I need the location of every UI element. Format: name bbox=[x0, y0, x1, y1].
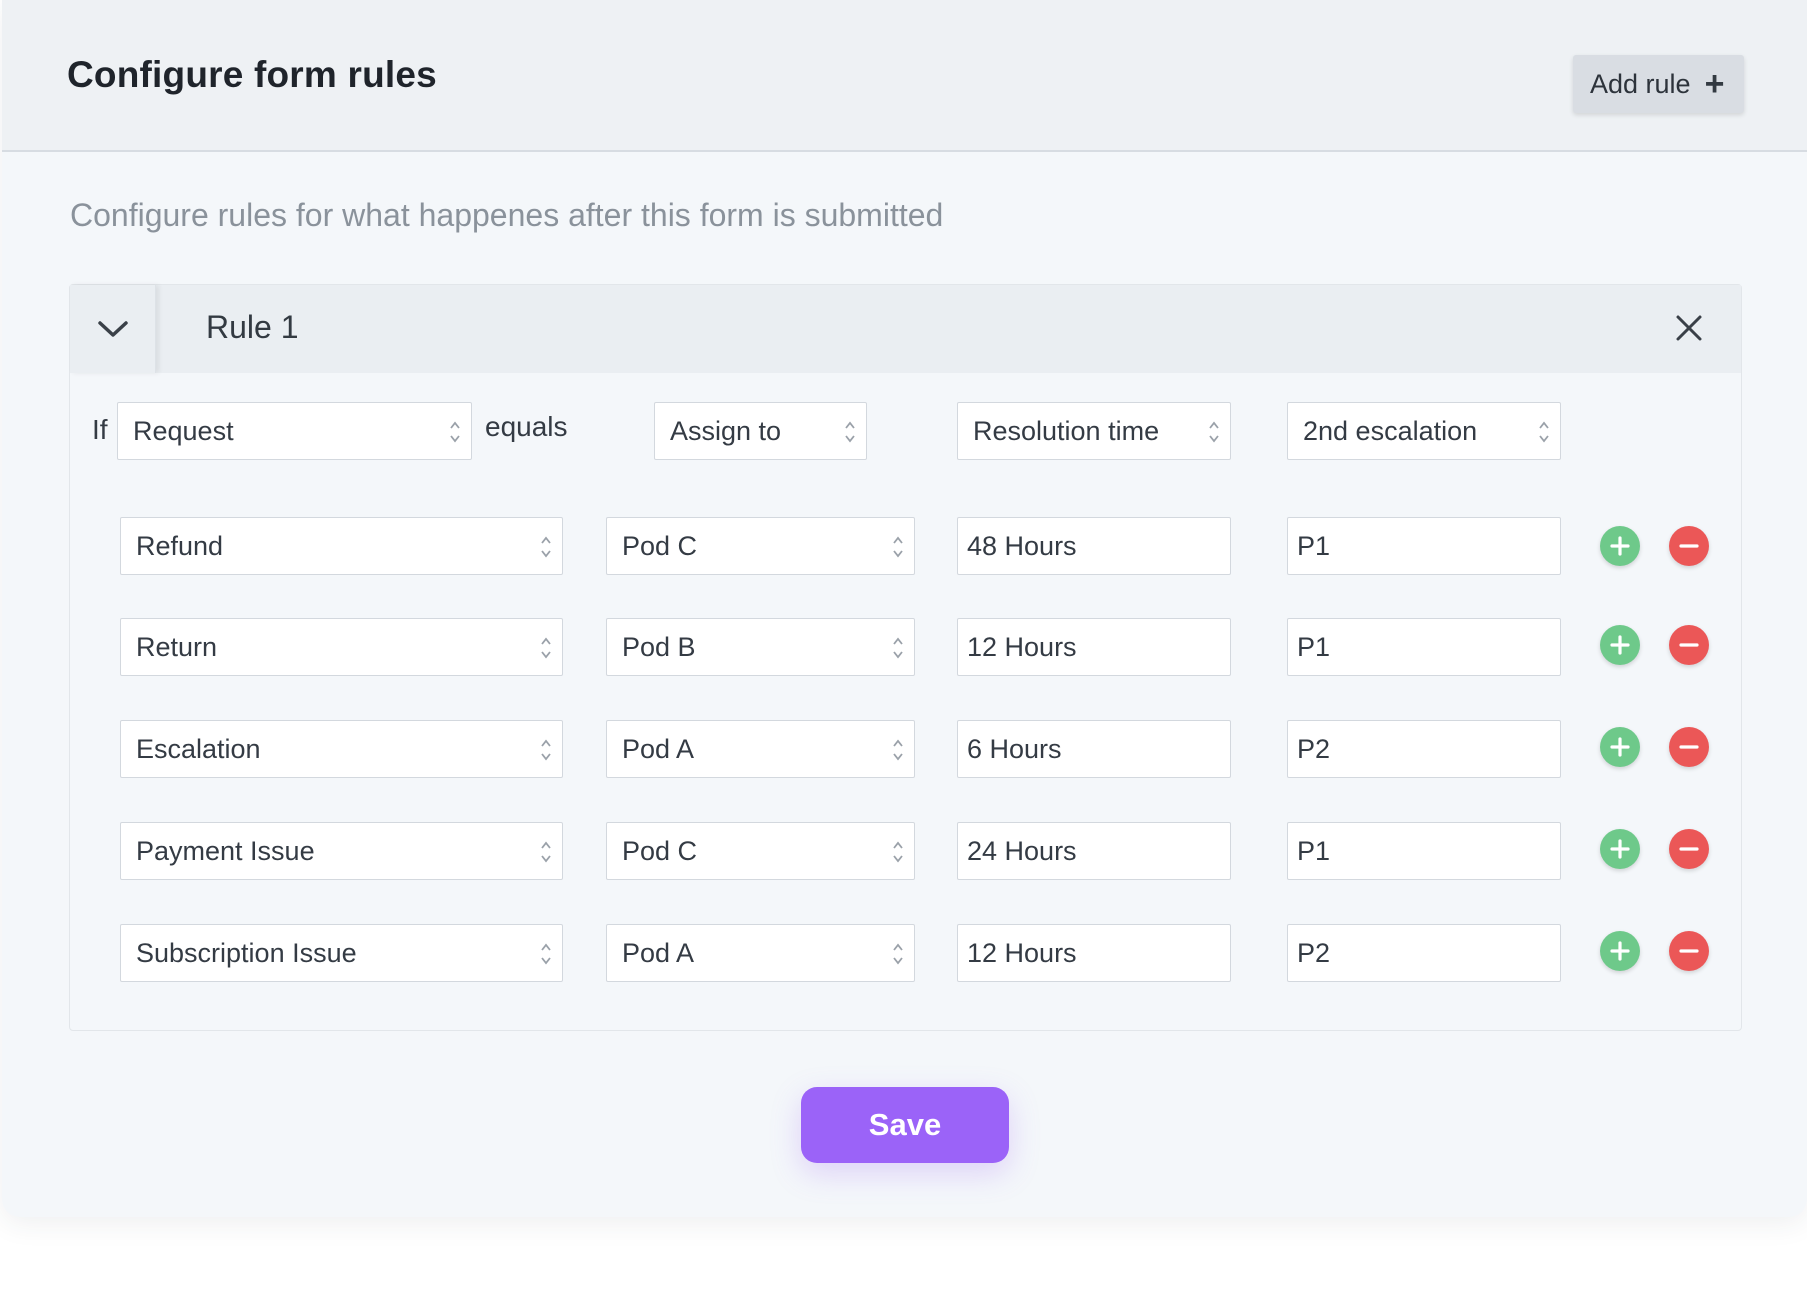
page-title: Configure form rules bbox=[67, 54, 437, 95]
request-type-select[interactable]: Escalation bbox=[120, 720, 563, 778]
column-select-label: Resolution time bbox=[973, 415, 1160, 446]
plus-circle-icon bbox=[1610, 737, 1630, 757]
if-label: If bbox=[92, 414, 108, 445]
request-type-select[interactable]: Payment Issue bbox=[120, 822, 563, 880]
select-caret-icon bbox=[893, 739, 903, 761]
select-caret-icon bbox=[893, 536, 903, 558]
select-caret-icon bbox=[541, 841, 551, 863]
remove-row-button[interactable] bbox=[1669, 727, 1709, 767]
save-label: Save bbox=[868, 1107, 942, 1142]
resolution-time-input[interactable]: 24 Hours bbox=[957, 822, 1231, 880]
remove-row-button[interactable] bbox=[1669, 625, 1709, 665]
request-type-select[interactable]: Refund bbox=[120, 517, 563, 575]
add-row-button[interactable] bbox=[1600, 727, 1640, 767]
escalation-input[interactable]: P1 bbox=[1287, 618, 1561, 676]
escalation-input[interactable]: P1 bbox=[1287, 517, 1561, 575]
assign-to-value: Pod B bbox=[622, 631, 696, 662]
select-caret-icon bbox=[450, 421, 460, 443]
select-caret-icon bbox=[541, 739, 551, 761]
resolution-time-input[interactable]: 48 Hours bbox=[957, 517, 1231, 575]
assign-to-select[interactable]: Pod C bbox=[606, 822, 915, 880]
select-caret-icon bbox=[893, 637, 903, 659]
resolution-time-value: 6 Hours bbox=[967, 733, 1062, 764]
request-type-select[interactable]: Return bbox=[120, 618, 563, 676]
select-caret-icon bbox=[893, 943, 903, 965]
resolution-time-value: 12 Hours bbox=[967, 631, 1077, 662]
add-rule-button[interactable]: Add rule + bbox=[1573, 55, 1744, 113]
assign-to-value: Pod C bbox=[622, 530, 698, 561]
close-icon bbox=[1676, 315, 1702, 341]
assign-to-select[interactable]: Pod A bbox=[606, 720, 915, 778]
column-select-2nd-escalation[interactable]: 2nd escalation bbox=[1287, 402, 1561, 460]
resolution-time-value: 12 Hours bbox=[967, 937, 1077, 968]
column-select-resolution-time[interactable]: Resolution time bbox=[957, 402, 1231, 460]
minus-circle-icon bbox=[1679, 745, 1699, 749]
assign-to-value: Pod C bbox=[622, 835, 698, 866]
page-subtitle: Configure rules for what happenes after … bbox=[70, 197, 944, 233]
plus-circle-icon bbox=[1610, 941, 1630, 961]
select-caret-icon bbox=[541, 637, 551, 659]
escalation-value: P2 bbox=[1297, 937, 1331, 968]
assign-to-select[interactable]: Pod C bbox=[606, 517, 915, 575]
plus-icon: + bbox=[1704, 65, 1725, 103]
remove-row-button[interactable] bbox=[1669, 829, 1709, 869]
request-type-value: Return bbox=[136, 631, 218, 662]
remove-row-button[interactable] bbox=[1669, 526, 1709, 566]
request-type-select[interactable]: Subscription Issue bbox=[120, 924, 563, 982]
select-caret-icon bbox=[541, 536, 551, 558]
request-type-value: Escalation bbox=[136, 733, 261, 764]
chevron-down-icon bbox=[97, 321, 128, 337]
escalation-value: P1 bbox=[1297, 530, 1331, 561]
condition-field-value: Request bbox=[133, 415, 234, 446]
resolution-time-input[interactable]: 12 Hours bbox=[957, 924, 1231, 982]
column-select-label: Assign to bbox=[670, 415, 782, 446]
assign-to-select[interactable]: Pod B bbox=[606, 618, 915, 676]
add-row-button[interactable] bbox=[1600, 829, 1640, 869]
card-header: Configure form rules Add rule + bbox=[2, 0, 1807, 152]
escalation-value: P2 bbox=[1297, 733, 1331, 764]
equals-label: equals bbox=[485, 411, 568, 442]
resolution-time-value: 24 Hours bbox=[967, 835, 1077, 866]
resolution-time-value: 48 Hours bbox=[967, 530, 1077, 561]
request-type-value: Subscription Issue bbox=[136, 937, 357, 968]
minus-circle-icon bbox=[1679, 847, 1699, 851]
request-type-value: Refund bbox=[136, 530, 224, 561]
escalation-input[interactable]: P2 bbox=[1287, 720, 1561, 778]
escalation-input[interactable]: P2 bbox=[1287, 924, 1561, 982]
remove-row-button[interactable] bbox=[1669, 931, 1709, 971]
escalation-input[interactable]: P1 bbox=[1287, 822, 1561, 880]
select-caret-icon bbox=[541, 943, 551, 965]
assign-to-value: Pod A bbox=[622, 733, 695, 764]
minus-circle-icon bbox=[1679, 949, 1699, 953]
column-select-label: 2nd escalation bbox=[1303, 415, 1478, 446]
resolution-time-input[interactable]: 12 Hours bbox=[957, 618, 1231, 676]
select-caret-icon bbox=[1209, 421, 1219, 443]
minus-circle-icon bbox=[1679, 544, 1699, 548]
assign-to-value: Pod A bbox=[622, 937, 695, 968]
close-rule-button[interactable] bbox=[1672, 311, 1706, 345]
escalation-value: P1 bbox=[1297, 631, 1331, 662]
select-caret-icon bbox=[1539, 421, 1549, 443]
assign-to-select[interactable]: Pod A bbox=[606, 924, 915, 982]
add-row-button[interactable] bbox=[1600, 526, 1640, 566]
escalation-value: P1 bbox=[1297, 835, 1331, 866]
condition-field-select[interactable]: Request bbox=[117, 402, 472, 460]
minus-circle-icon bbox=[1679, 643, 1699, 647]
collapse-toggle-button[interactable] bbox=[70, 285, 156, 373]
rule-title: Rule 1 bbox=[206, 309, 299, 345]
add-row-button[interactable] bbox=[1600, 931, 1640, 971]
add-row-button[interactable] bbox=[1600, 625, 1640, 665]
select-caret-icon bbox=[845, 421, 855, 443]
form-rules-card: Configure form rules Add rule + Configur… bbox=[2, 0, 1807, 1217]
select-caret-icon bbox=[893, 841, 903, 863]
plus-circle-icon bbox=[1610, 635, 1630, 655]
request-type-value: Payment Issue bbox=[136, 835, 315, 866]
plus-circle-icon bbox=[1610, 839, 1630, 859]
plus-circle-icon bbox=[1610, 536, 1630, 556]
add-rule-label: Add rule bbox=[1590, 68, 1691, 99]
column-select-assign-to[interactable]: Assign to bbox=[654, 402, 867, 460]
resolution-time-input[interactable]: 6 Hours bbox=[957, 720, 1231, 778]
rule-header: Rule 1 bbox=[70, 285, 1741, 373]
save-button[interactable]: Save bbox=[801, 1087, 1009, 1163]
